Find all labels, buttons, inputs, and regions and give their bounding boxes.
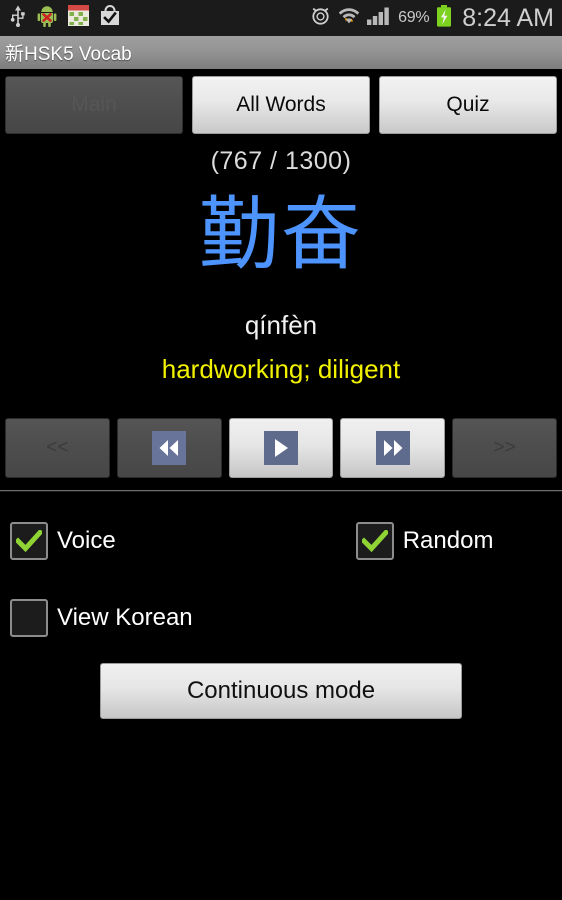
play-button[interactable] — [228, 418, 334, 478]
battery-charging-icon — [436, 4, 452, 32]
word-pinyin: qínfèn — [244, 310, 318, 340]
word-meaning: hardworking; diligent — [161, 354, 401, 384]
prev-page-label: << — [46, 437, 69, 458]
checkbox-voice[interactable]: Voice — [10, 522, 116, 560]
voice-checkbox-box[interactable] — [10, 522, 48, 560]
play-icon — [263, 431, 298, 465]
random-checkbox-box[interactable] — [355, 522, 394, 560]
transport-controls: << >> — [0, 415, 562, 481]
continuous-mode-label: Continuous mode — [186, 677, 376, 704]
app-root: 69% 8:24 AM 新HSK5 Vocab Main All Words Q… — [0, 0, 562, 900]
word-hanzi: 勤奋 — [199, 188, 363, 281]
options-row-1: Voice Random — [0, 518, 562, 564]
checkbox-view-korean[interactable]: View Korean — [10, 599, 193, 637]
section-divider — [0, 490, 562, 492]
next-button[interactable] — [340, 418, 446, 478]
play-store-bag-icon — [100, 5, 120, 31]
tab-main[interactable]: Main — [5, 76, 183, 134]
voice-checkbox-label: Voice — [57, 527, 116, 554]
view-korean-checkbox-label: View Korean — [57, 604, 193, 631]
status-bar-left-icons — [10, 5, 120, 32]
tab-quiz[interactable]: Quiz — [379, 76, 557, 134]
android-debug-icon — [37, 5, 57, 32]
tab-all-words[interactable]: All Words — [192, 76, 370, 134]
tab-quiz-label: Quiz — [446, 93, 490, 116]
tab-all-words-label: All Words — [236, 93, 326, 116]
status-bar: 69% 8:24 AM — [0, 0, 562, 36]
title-bar: 新HSK5 Vocab — [0, 36, 562, 70]
alarm-clock-icon — [310, 5, 331, 31]
tab-main-label: Main — [71, 93, 117, 116]
options-row-2: View Korean — [0, 595, 562, 641]
wifi-data-transfer-icon — [338, 5, 360, 31]
continuous-mode-button[interactable]: Continuous mode — [100, 663, 462, 719]
prev-page-button[interactable]: << — [5, 418, 110, 478]
check-icon — [361, 530, 388, 552]
checkbox-random[interactable]: Random — [355, 522, 494, 560]
tab-bar: Main All Words Quiz — [0, 72, 562, 138]
clock-label: 8:24 AM — [462, 3, 554, 32]
rewind-icon — [152, 431, 187, 465]
view-korean-checkbox-box[interactable] — [10, 599, 48, 637]
previous-button[interactable] — [116, 418, 222, 478]
battery-percent-label: 69% — [398, 9, 430, 26]
next-page-button[interactable]: >> — [452, 418, 557, 478]
calendar-icon — [68, 5, 89, 31]
fast-forward-icon — [375, 431, 410, 465]
app-title: 新HSK5 Vocab — [5, 44, 132, 65]
cellular-signal-icon — [367, 5, 391, 31]
usb-icon — [10, 5, 26, 32]
check-icon — [16, 530, 42, 552]
random-checkbox-label: Random — [402, 527, 494, 554]
word-counter: (767 / 1300) — [210, 147, 352, 175]
next-page-label: >> — [493, 437, 516, 458]
status-bar-right-icons: 69% 8:24 AM — [310, 3, 554, 32]
